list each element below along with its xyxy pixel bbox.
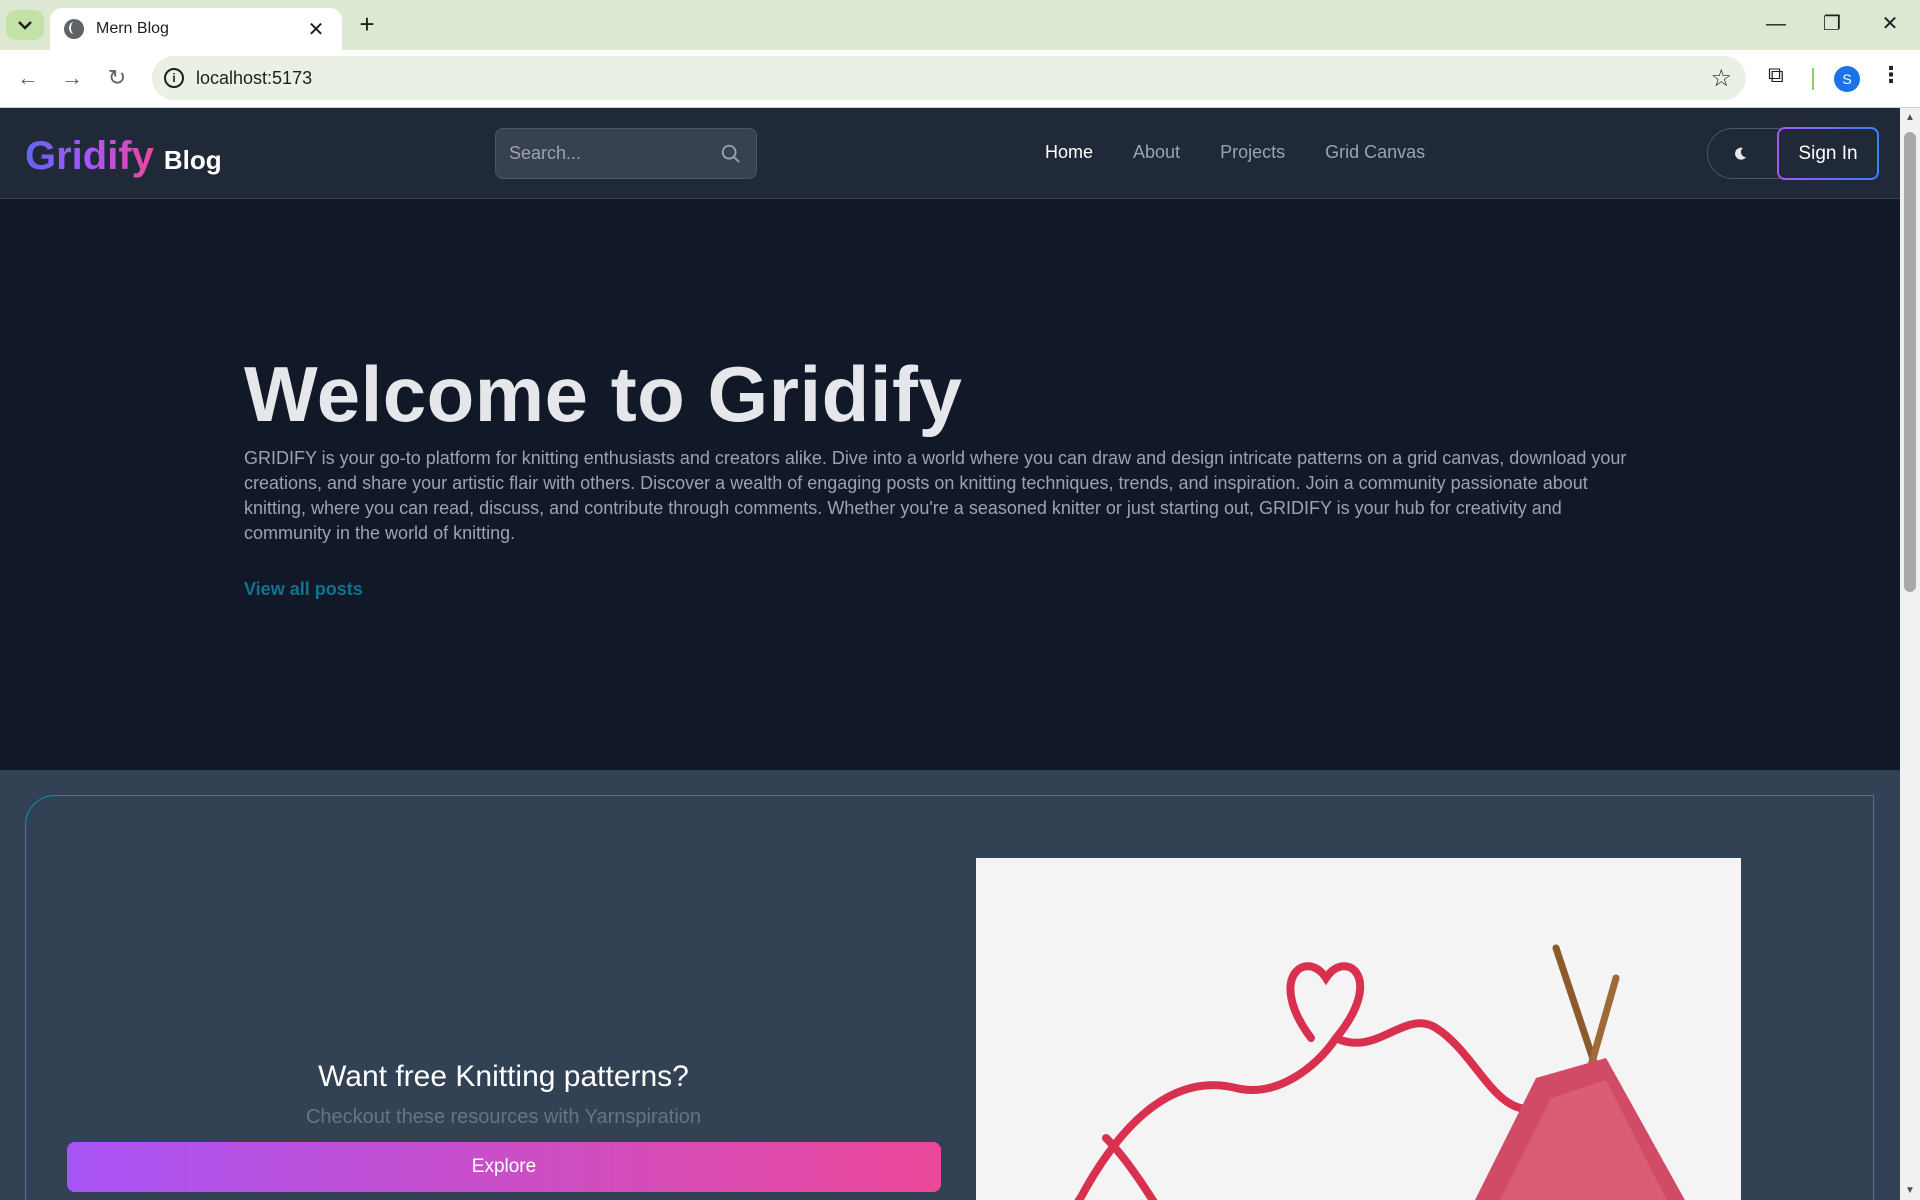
tab-search-button[interactable] — [6, 10, 44, 40]
profile-avatar[interactable]: S — [1834, 66, 1860, 92]
cta-subtitle: Checkout these resources with Yarnspirat… — [305, 1106, 702, 1128]
nav-grid-canvas[interactable]: Grid Canvas — [1325, 142, 1425, 163]
site-logo[interactable]: Gridify Blog — [25, 134, 222, 179]
page-scrollbar[interactable]: ▲ ▼ — [1900, 108, 1920, 1200]
browser-tab[interactable]: Mern Blog ✕ — [50, 8, 342, 50]
browser-toolbar: ← → ↻ i localhost:5173 ☆ ⧉ S ⋮ — [0, 50, 1920, 108]
nav-projects[interactable]: Projects — [1220, 142, 1285, 163]
bookmark-star-icon[interactable]: ☆ — [1710, 64, 1732, 93]
cta-title: Want free Knitting patterns? — [318, 1060, 689, 1093]
site-info-icon[interactable]: i — [164, 68, 184, 88]
logo-subtext: Blog — [163, 145, 222, 175]
browser-menu-icon[interactable]: ⋮ — [1880, 62, 1902, 88]
scrollbar-thumb[interactable] — [1904, 132, 1916, 592]
restore-button[interactable]: ❐ — [1808, 8, 1856, 40]
address-bar[interactable]: i localhost:5173 ☆ — [152, 56, 1746, 100]
tab-title: Mern Blog — [96, 20, 169, 37]
extensions-icon[interactable]: ⧉ — [1768, 62, 1784, 88]
nav-about[interactable]: About — [1133, 142, 1180, 163]
search-icon[interactable] — [720, 143, 742, 165]
knitting-image — [976, 858, 1741, 1200]
knitting-illustration — [976, 858, 1741, 1200]
scroll-up-arrow[interactable]: ▲ — [1905, 112, 1915, 123]
back-button[interactable]: ← — [12, 62, 44, 94]
search-input[interactable] — [496, 129, 716, 178]
hero-description: GRIDIFY is your go-to platform for knitt… — [244, 448, 1627, 543]
close-window-button[interactable]: ✕ — [1866, 8, 1914, 40]
search-box — [495, 128, 757, 179]
url-text: localhost:5173 — [196, 68, 313, 88]
forward-button[interactable]: → — [56, 62, 88, 94]
globe-icon — [64, 19, 84, 39]
moon-icon — [1735, 147, 1746, 160]
sign-in-button[interactable]: Sign In — [1777, 127, 1879, 180]
cta-section: Want free Knitting patterns? Checkout th… — [0, 770, 1900, 1200]
view-all-posts-link[interactable]: View all posts — [244, 579, 363, 600]
page-viewport: Gridify Blog Home About Projects Grid Ca… — [0, 108, 1900, 1200]
site-header: Gridify Blog Home About Projects Grid Ca… — [0, 108, 1900, 199]
browser-tab-bar: Mern Blog ✕ + — ❐ ✕ — [0, 0, 1920, 50]
minimize-button[interactable]: — — [1752, 8, 1800, 40]
explore-button[interactable]: Explore — [67, 1142, 941, 1192]
toolbar-divider — [1812, 68, 1814, 90]
scroll-down-arrow[interactable]: ▼ — [1905, 1185, 1915, 1196]
sign-in-label: Sign In — [1779, 129, 1877, 178]
hero-section: Welcome to Gridify GRIDIFY is your go-to… — [0, 199, 1900, 770]
hero-title: Welcome to Gridify — [244, 350, 963, 438]
nav-home[interactable]: Home — [1045, 142, 1093, 163]
cta-card: Want free Knitting patterns? Checkout th… — [25, 795, 1874, 1200]
reload-button[interactable]: ↻ — [101, 62, 133, 94]
tab-close-icon[interactable]: ✕ — [304, 17, 328, 42]
main-nav: Home About Projects Grid Canvas — [1045, 142, 1425, 163]
chevron-down-icon — [18, 21, 32, 30]
logo-text: Gridify — [25, 134, 154, 178]
new-tab-button[interactable]: + — [352, 10, 382, 40]
